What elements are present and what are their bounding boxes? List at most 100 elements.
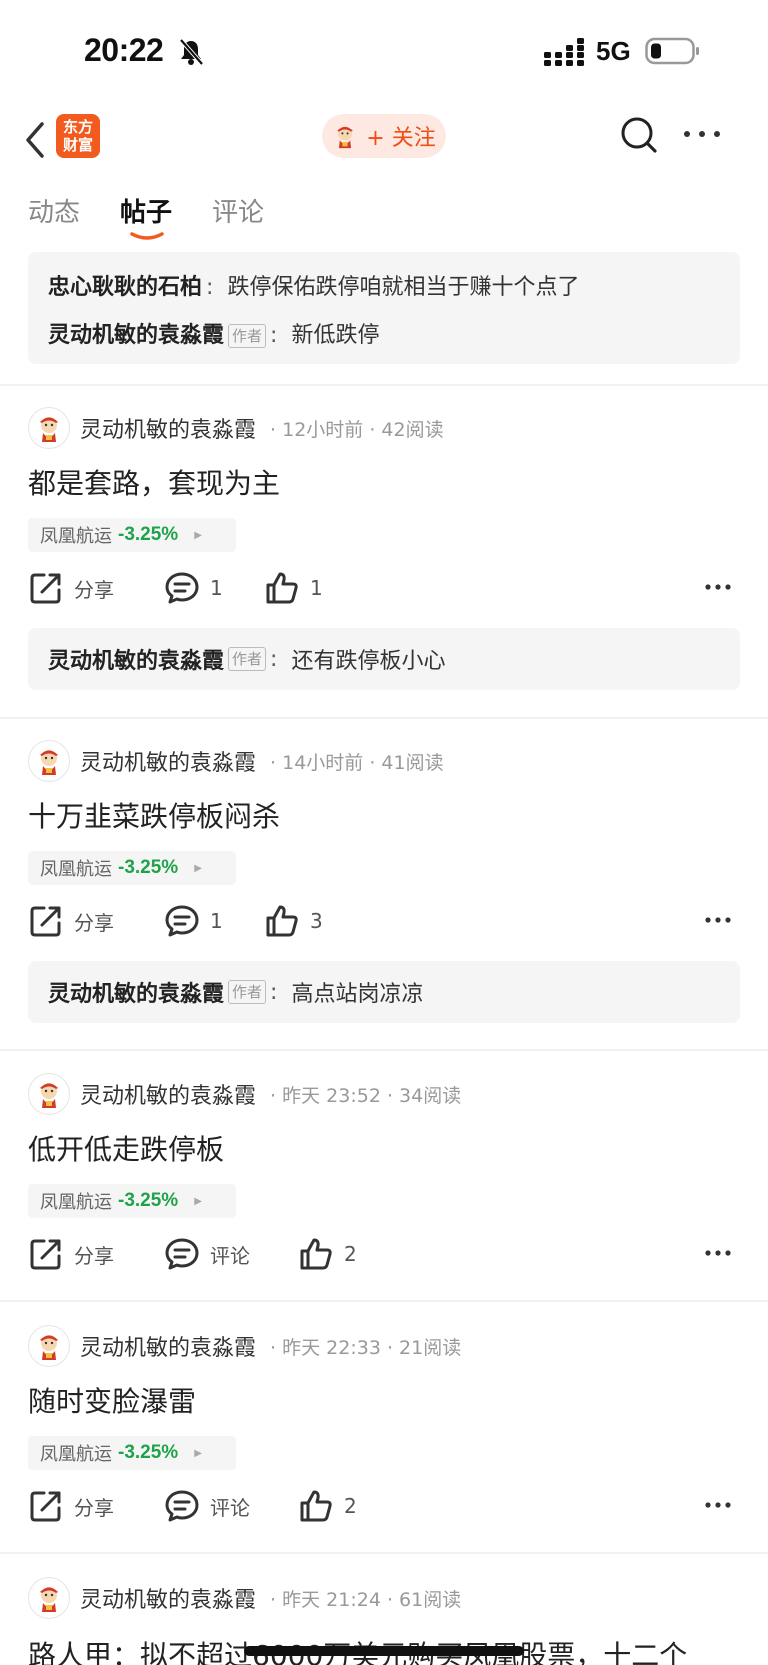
comment-label: 评论	[210, 1243, 250, 1268]
post-time: 昨天 22:33	[282, 1336, 381, 1359]
author-badge: 作者	[228, 647, 267, 671]
share-button[interactable]: 分享	[28, 899, 114, 943]
follow-label: + 关注	[366, 126, 436, 151]
divider	[0, 1300, 768, 1302]
stock-tag[interactable]: 凤凰航运 -3.25% ▶	[28, 1184, 236, 1218]
share-label: 分享	[74, 577, 114, 602]
stock-tag[interactable]: 凤凰航运 -3.25% ▶	[28, 518, 236, 552]
author-badge: 作者	[228, 324, 267, 348]
colon: :	[270, 979, 278, 1005]
divider	[0, 1552, 768, 1554]
reply-preview[interactable]: 灵动机敏的袁淼霞 作者 : 还有跌停板小心	[28, 628, 740, 690]
network-label: 5G	[596, 36, 631, 66]
post-card[interactable]: 灵动机敏的袁淼霞 · 昨天 22:33 · 21阅读 随时变脸瀑雷 凤凰航运 -…	[0, 1324, 768, 1552]
thumbs-up-icon	[300, 1490, 332, 1522]
stock-name: 凤凰航运	[40, 859, 112, 880]
comment-count: 1	[210, 576, 223, 600]
avatar-icon	[40, 417, 58, 442]
comment-user[interactable]: 灵动机敏的袁淼霞	[48, 312, 224, 360]
app-logo: 东方 财富	[56, 114, 100, 158]
post-card[interactable]: 灵动机敏的袁淼霞 · 14小时前 · 41阅读 十万韭菜跌停板闷杀 凤凰航运 -…	[0, 739, 768, 1051]
pinned-comment: 灵动机敏的袁淼霞 作者 : 新低跌停	[48, 312, 720, 360]
tab-posts[interactable]: 帖子	[120, 192, 172, 242]
post-card[interactable]: 灵动机敏的袁淼霞 · 12小时前 · 42阅读 都是套路，套现为主 凤凰航运 -…	[0, 406, 768, 718]
post-title[interactable]: 低开低走跌停板	[28, 1128, 224, 1168]
share-button[interactable]: 分享	[28, 1484, 114, 1528]
comment-user[interactable]: 灵动机敏的袁淼霞	[48, 643, 224, 675]
comment-text: 高点站岗凉凉	[291, 982, 424, 1007]
post-username[interactable]: 灵动机敏的袁淼霞	[80, 1330, 256, 1362]
share-icon	[30, 1491, 61, 1522]
comment-button[interactable]: 1	[164, 566, 223, 610]
post-title[interactable]: 都是套路，套现为主	[28, 462, 280, 502]
comment-button[interactable]: 1	[164, 899, 223, 943]
stock-change: -3.25%	[118, 1190, 179, 1211]
thumbs-up-icon	[266, 905, 298, 937]
like-button[interactable]: 2	[298, 1484, 357, 1528]
share-label: 分享	[74, 1495, 114, 1520]
comment-icon	[165, 1490, 199, 1522]
avatar-icon	[337, 126, 354, 149]
comment-user[interactable]: 忠心耿耿的石柏	[48, 264, 202, 312]
more-horizontal-icon[interactable]	[704, 915, 732, 925]
post-username[interactable]: 灵动机敏的袁淼霞	[80, 412, 256, 444]
stock-change: -3.25%	[118, 524, 179, 545]
more-horizontal-icon[interactable]	[704, 582, 732, 592]
post-actions: 分享 评论 2	[28, 1484, 740, 1528]
tab-comments[interactable]: 评论	[212, 192, 264, 242]
post-header: 灵动机敏的袁淼霞 · 昨天 23:52 · 34阅读	[28, 1072, 461, 1116]
follow-button[interactable]: + 关注	[322, 114, 446, 158]
bell-muted-icon	[179, 38, 204, 66]
post-title[interactable]: 十万韭菜跌停板闷杀	[28, 795, 280, 835]
post-header: 灵动机敏的袁淼霞 · 昨天 22:33 · 21阅读	[28, 1324, 461, 1368]
post-card[interactable]: 灵动机敏的袁淼霞 · 昨天 23:52 · 34阅读 低开低走跌停板 凤凰航运 …	[0, 1072, 768, 1300]
stock-change: -3.25%	[118, 857, 179, 878]
like-button[interactable]: 3	[264, 899, 323, 943]
like-button[interactable]: 2	[298, 1232, 357, 1276]
post-time: 14小时前	[282, 751, 364, 774]
share-button[interactable]: 分享	[28, 1232, 114, 1276]
avatar[interactable]	[28, 1577, 70, 1619]
post-reads: 21阅读	[399, 1336, 462, 1359]
share-label: 分享	[74, 1243, 114, 1268]
post-title[interactable]: 随时变脸瀑雷	[28, 1380, 196, 1420]
post-meta: · 12小时前 · 42阅读	[270, 418, 444, 441]
search-icon[interactable]	[620, 116, 658, 154]
more-horizontal-icon[interactable]	[704, 1500, 732, 1510]
stock-tag[interactable]: 凤凰航运 -3.25% ▶	[28, 851, 236, 885]
comment-text: 还有跌停板小心	[291, 649, 446, 674]
more-horizontal-icon[interactable]	[682, 128, 722, 140]
avatar[interactable]	[28, 740, 70, 782]
comment-button[interactable]: 评论	[164, 1484, 250, 1528]
share-button[interactable]: 分享	[28, 566, 114, 610]
colon: :	[206, 275, 214, 300]
avatar[interactable]	[28, 1073, 70, 1115]
post-username[interactable]: 灵动机敏的袁淼霞	[80, 1078, 256, 1110]
pinned-comments[interactable]: 忠心耿耿的石柏 : 跌停保佑跌停咱就相当于赚十个点了 灵动机敏的袁淼霞 作者 :…	[28, 252, 740, 364]
avatar[interactable]	[28, 407, 70, 449]
post-actions: 分享 1 3	[28, 899, 740, 943]
stock-name: 凤凰航运	[40, 526, 112, 547]
share-label: 分享	[74, 910, 114, 935]
comment-button[interactable]: 评论	[164, 1232, 250, 1276]
avatar[interactable]	[28, 1325, 70, 1367]
chevron-left-icon[interactable]	[24, 118, 48, 162]
post-username[interactable]: 灵动机敏的袁淼霞	[80, 745, 256, 777]
share-icon	[30, 906, 61, 937]
divider	[0, 1049, 768, 1051]
comment-user[interactable]: 灵动机敏的袁淼霞	[48, 976, 224, 1008]
like-button[interactable]: 1	[264, 566, 323, 610]
reply-preview[interactable]: 灵动机敏的袁淼霞 作者 : 高点站岗凉凉	[28, 961, 740, 1023]
tab-dynamics[interactable]: 动态	[28, 192, 80, 242]
home-indicator	[244, 1646, 524, 1656]
stock-tag[interactable]: 凤凰航运 -3.25% ▶	[28, 1436, 236, 1470]
post-username[interactable]: 灵动机敏的袁淼霞	[80, 1582, 256, 1614]
signal-icon	[544, 38, 584, 66]
post-header: 灵动机敏的袁淼霞 · 14小时前 · 41阅读	[28, 739, 444, 783]
comment-icon	[165, 1238, 199, 1270]
comment-count: 1	[210, 909, 223, 933]
post-header: 灵动机敏的袁淼霞 · 12小时前 · 42阅读	[28, 406, 444, 450]
avatar-icon	[40, 1083, 58, 1108]
more-horizontal-icon[interactable]	[704, 1248, 732, 1258]
comment-icon	[165, 905, 199, 937]
